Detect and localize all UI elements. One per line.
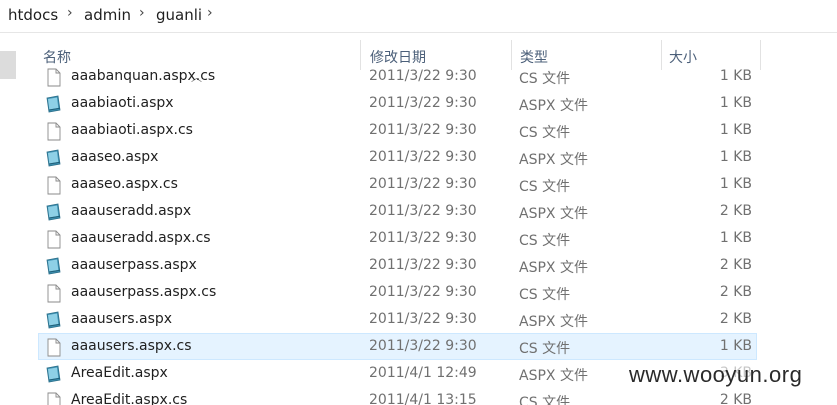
file-list: aaabanquan.aspx.cs 2011/3/22 9:30 CS 文件 1 K… (0, 64, 837, 405)
file-modified-date: 2011/3/22 9:30 (369, 68, 477, 84)
cs-file-icon (47, 284, 61, 303)
file-type: ASPX 文件 (519, 314, 588, 330)
cs-file-icon (47, 176, 61, 195)
file-row[interactable]: aaausers.aspx.cs 2011/3/22 9:30 CS 文件 1 KB (38, 333, 757, 360)
file-name: aaauseradd.aspx (71, 203, 192, 219)
file-row[interactable]: aaaseo.aspx.cs 2011/3/22 9:30 CS 文件 1 KB (38, 171, 757, 198)
file-row[interactable]: aaausers.aspx 2011/3/22 9:30 ASPX 文件 2 KB (38, 306, 757, 333)
file-type: CS 文件 (519, 341, 571, 357)
aspx-file-icon (46, 149, 61, 167)
file-row[interactable]: aaabiaoti.aspx.cs 2011/3/22 9:30 CS 文件 1 KB (38, 117, 757, 144)
file-type: ASPX 文件 (519, 260, 588, 276)
file-size: 1 KB (719, 338, 752, 354)
file-modified-date: 2011/3/22 9:30 (369, 338, 477, 354)
file-modified-date: 2011/3/22 9:30 (369, 257, 477, 273)
chevron-right-icon[interactable]: › (67, 5, 73, 21)
file-size: 2 KB (719, 203, 752, 219)
file-size: 2 KB (719, 311, 752, 327)
file-modified-date: 2011/3/22 9:30 (369, 203, 477, 219)
cs-file-icon (47, 338, 61, 357)
file-type: ASPX 文件 (519, 206, 588, 222)
file-modified-date: 2011/3/22 9:30 (369, 284, 477, 300)
file-name: aaabiaoti.aspx (71, 95, 174, 111)
file-size: 2 KB (719, 392, 752, 405)
file-modified-date: 2011/3/22 9:30 (369, 122, 477, 138)
file-name: aaausers.aspx.cs (71, 338, 192, 354)
file-type: ASPX 文件 (519, 152, 588, 168)
cs-file-icon (47, 68, 61, 87)
cs-file-icon (47, 230, 61, 249)
file-name: aaaseo.aspx.cs (71, 176, 178, 192)
aspx-file-icon (46, 203, 61, 221)
file-name: aaausers.aspx (71, 311, 173, 327)
watermark: www.wooyun.org (629, 362, 803, 388)
file-type: CS 文件 (519, 71, 571, 87)
file-modified-date: 2011/3/22 9:30 (369, 176, 477, 192)
file-row[interactable]: aaauserpass.aspx.cs 2011/3/22 9:30 CS 文件 2 … (38, 279, 757, 306)
file-row[interactable]: aaauseradd.aspx.cs 2011/3/22 9:30 CS 文件 1 K… (38, 225, 757, 252)
file-row[interactable]: aaabanquan.aspx.cs 2011/3/22 9:30 CS 文件 1 K… (38, 64, 757, 90)
file-name: aaabanquan.aspx.cs (71, 68, 216, 84)
chevron-right-icon[interactable]: › (139, 5, 145, 21)
aspx-file-icon (46, 311, 61, 329)
breadcrumb-item-guanli[interactable]: guanli (156, 6, 202, 24)
file-modified-date: 2011/4/1 12:49 (369, 365, 477, 381)
file-row[interactable]: aaauserpass.aspx 2011/3/22 9:30 ASPX 文件 2 K… (38, 252, 757, 279)
file-name: aaauserpass.aspx.cs (71, 284, 217, 300)
file-name: AreaEdit.aspx (71, 365, 168, 381)
file-size: 1 KB (719, 230, 752, 246)
file-row[interactable]: aaabiaoti.aspx 2011/3/22 9:30 ASPX 文件 1 KB (38, 90, 757, 117)
file-size: 1 KB (719, 122, 752, 138)
breadcrumb-item-htdocs[interactable]: htdocs (8, 6, 58, 24)
cs-file-icon (47, 392, 61, 405)
breadcrumb: htdocs › admin › guanli › (0, 0, 837, 33)
file-name: aaaseo.aspx (71, 149, 159, 165)
cs-file-icon (47, 122, 61, 141)
file-size: 1 KB (719, 176, 752, 192)
aspx-file-icon (46, 365, 61, 383)
aspx-file-icon (46, 257, 61, 275)
file-size: 1 KB (719, 95, 752, 111)
aspx-file-icon (46, 95, 61, 113)
file-name: aaauserpass.aspx (71, 257, 197, 273)
chevron-right-icon[interactable]: › (207, 5, 213, 21)
file-size: 1 KB (719, 149, 752, 165)
file-name: aaabiaoti.aspx.cs (71, 122, 193, 138)
file-type: CS 文件 (519, 395, 571, 405)
file-type: CS 文件 (519, 233, 571, 249)
file-size: 2 KB (719, 284, 752, 300)
file-type: ASPX 文件 (519, 368, 588, 384)
file-modified-date: 2011/3/22 9:30 (369, 230, 477, 246)
file-name: aaauseradd.aspx.cs (71, 230, 211, 246)
file-size: 1 KB (719, 68, 752, 84)
file-type: CS 文件 (519, 287, 571, 303)
file-row[interactable]: AreaEdit.aspx.cs 2011/4/1 13:15 CS 文件 2 KB (38, 387, 757, 405)
file-row[interactable]: aaaseo.aspx 2011/3/22 9:30 ASPX 文件 1 KB (38, 144, 757, 171)
file-type: CS 文件 (519, 125, 571, 141)
file-size: 2 KB (719, 257, 752, 273)
file-type: ASPX 文件 (519, 98, 588, 114)
file-modified-date: 2011/4/1 13:15 (369, 392, 477, 405)
file-type: CS 文件 (519, 179, 571, 195)
file-name: AreaEdit.aspx.cs (71, 392, 188, 405)
breadcrumb-item-admin[interactable]: admin (84, 6, 131, 24)
file-modified-date: 2011/3/22 9:30 (369, 95, 477, 111)
file-modified-date: 2011/3/22 9:30 (369, 149, 477, 165)
file-row[interactable]: aaauseradd.aspx 2011/3/22 9:30 ASPX 文件 2 KB (38, 198, 757, 225)
file-modified-date: 2011/3/22 9:30 (369, 311, 477, 327)
